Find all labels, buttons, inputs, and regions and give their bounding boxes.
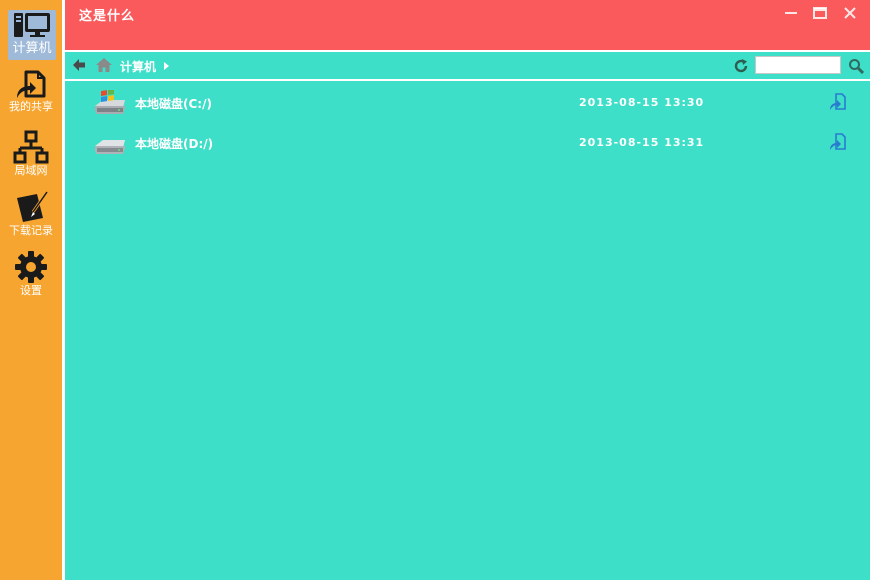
- minimize-icon[interactable]: [782, 4, 800, 22]
- computer-icon: [14, 13, 50, 37]
- sidebar-item-my-share[interactable]: 我的共享: [2, 70, 60, 113]
- search-icon[interactable]: [848, 58, 864, 74]
- close-icon[interactable]: [841, 4, 859, 22]
- windows-drive-icon: [95, 90, 125, 114]
- file-name: 本地磁盘(C:/): [135, 97, 212, 111]
- share-icon[interactable]: [828, 92, 848, 112]
- sidebar-item-label: 局域网: [14, 164, 48, 177]
- back-arrow-icon[interactable]: [72, 58, 86, 72]
- breadcrumb-computer[interactable]: 计算机: [120, 58, 156, 75]
- sidebar-item-label: 下载记录: [9, 224, 53, 237]
- home-icon[interactable]: [95, 57, 113, 73]
- window-title: 这是什么: [79, 9, 136, 24]
- download-record-icon: [17, 191, 49, 222]
- list-item[interactable]: 本地磁盘(C:/) 2013-08-15 13:30: [65, 84, 870, 118]
- sidebar-item-lan[interactable]: 局域网: [2, 130, 60, 177]
- navigation-toolbar: 计算机: [65, 52, 870, 79]
- sidebar: 计算机 我的共享 局域网 下载记录 设置: [0, 0, 62, 580]
- refresh-icon[interactable]: [733, 58, 749, 74]
- sidebar-item-label: 我的共享: [9, 100, 53, 113]
- list-item[interactable]: 本地磁盘(D:/) 2013-08-15 13:31: [65, 124, 870, 158]
- shared-file-icon: [17, 70, 46, 98]
- gear-icon: [15, 251, 47, 283]
- network-icon: [13, 130, 49, 164]
- divider: [65, 79, 870, 81]
- maximize-icon[interactable]: [811, 4, 829, 22]
- file-date: 2013-08-15 13:30: [579, 96, 705, 109]
- title-bar[interactable]: 这是什么: [65, 0, 870, 50]
- sidebar-item-label: 计算机: [12, 41, 52, 56]
- file-date: 2013-08-15 13:31: [579, 136, 705, 149]
- search-input[interactable]: [755, 56, 841, 74]
- sidebar-item-download-record[interactable]: 下载记录: [2, 190, 60, 237]
- chevron-right-icon: [164, 62, 169, 70]
- file-name: 本地磁盘(D:/): [135, 137, 214, 151]
- sidebar-item-computer[interactable]: 计算机: [8, 10, 56, 60]
- sidebar-item-settings[interactable]: 设置: [2, 250, 60, 297]
- share-icon[interactable]: [828, 132, 848, 152]
- drive-icon: [95, 140, 125, 154]
- sidebar-item-label: 设置: [20, 284, 42, 297]
